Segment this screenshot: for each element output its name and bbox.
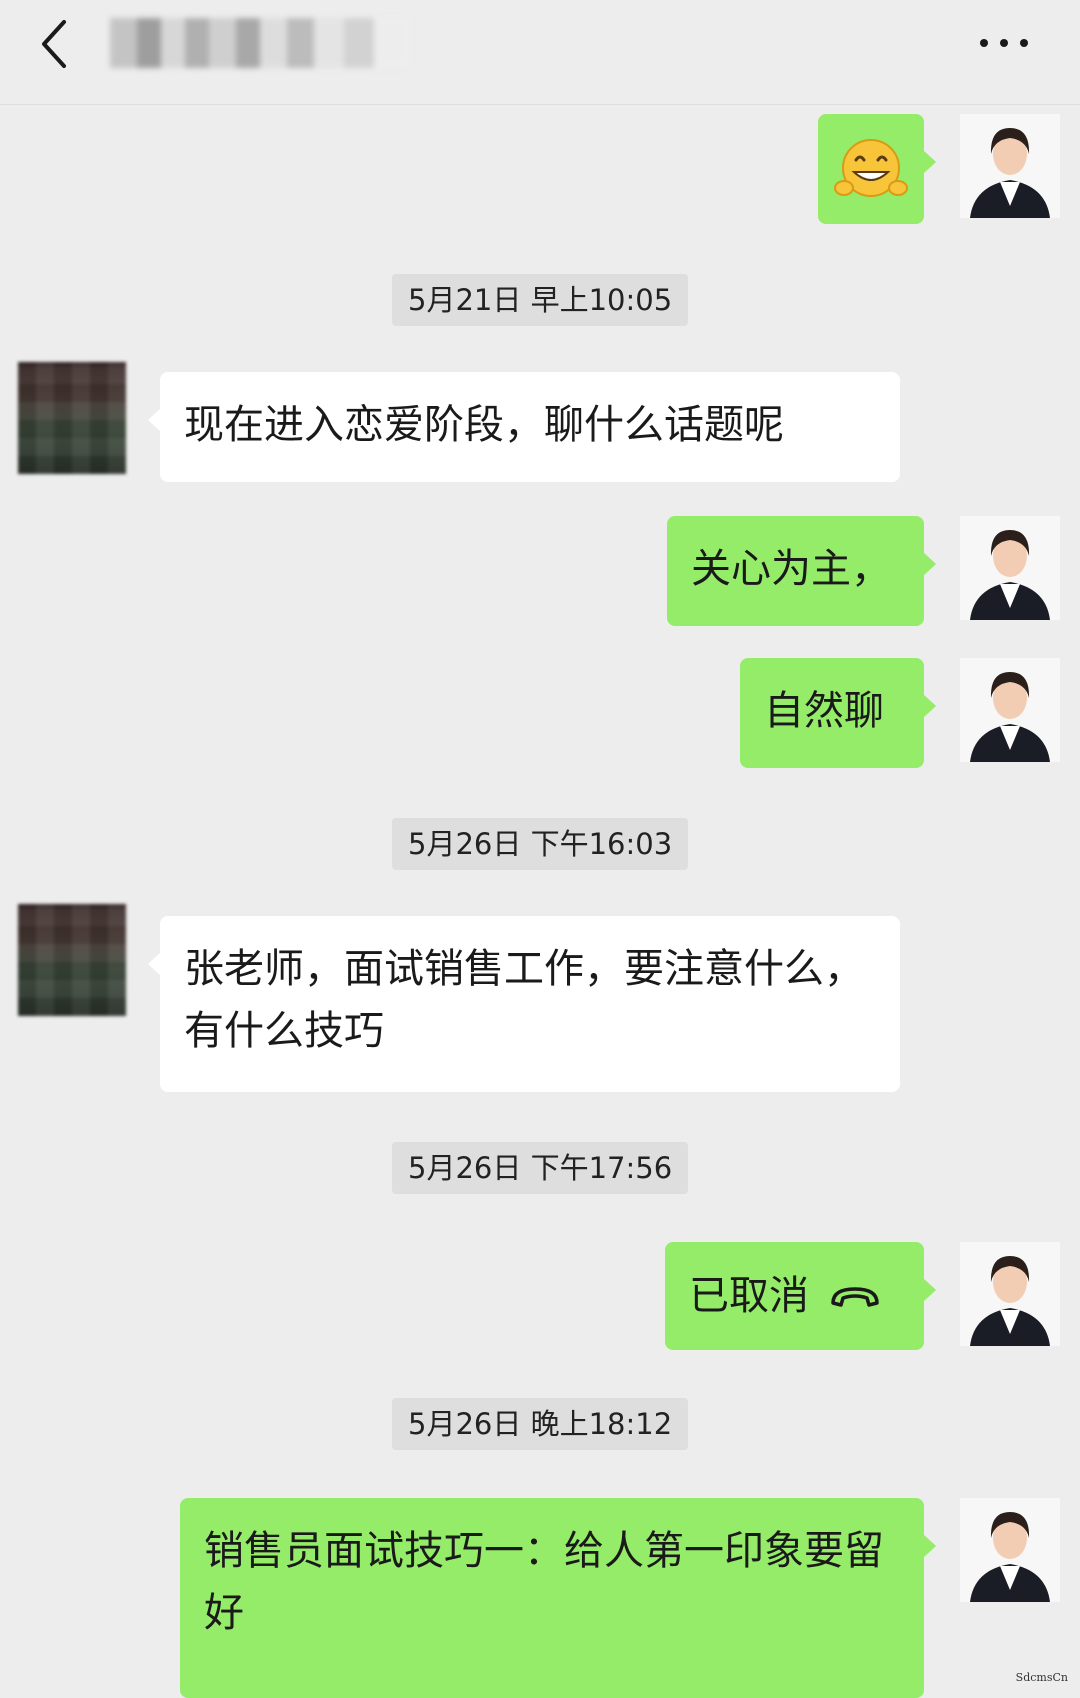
watermark: SdcmsCn (1015, 1671, 1068, 1684)
message-bubble[interactable]: 关心为主， (667, 516, 936, 626)
dot (980, 39, 988, 47)
avatar[interactable] (18, 362, 126, 474)
timestamp: 5月26日 下午16:03 (392, 818, 689, 870)
chevron-left-icon (42, 20, 66, 68)
message-bubble[interactable]: 现在进入恋爱阶段，聊什么话题呢 (148, 372, 900, 482)
grinning-face-with-hands-icon (834, 139, 908, 197)
user-photo-icon (960, 114, 1060, 218)
avatar[interactable] (960, 516, 1060, 620)
message-bubble[interactable]: 自然聊 (740, 658, 936, 768)
call-status-bubble[interactable]: 已取消 (665, 1242, 936, 1350)
dot (1020, 39, 1028, 47)
dot (1000, 39, 1008, 47)
phone-hangup-icon (831, 1287, 879, 1307)
chat-header: ▓▓▓▓▓▓ (0, 0, 1080, 105)
user-photo-icon (960, 1498, 1060, 1602)
message-bubble[interactable]: 张老师，面试销售工作，要注意什么，有什么技巧 (148, 916, 900, 1092)
call-status-text: 已取消 (689, 1273, 809, 1319)
avatar[interactable] (960, 1242, 1060, 1346)
user-photo-icon (960, 1242, 1060, 1346)
avatar[interactable] (960, 1498, 1060, 1602)
user-photo-icon (960, 658, 1060, 762)
contact-name: ▓▓▓▓▓▓ (110, 18, 410, 68)
more-options-button[interactable] (974, 22, 1044, 62)
emoji-bubble[interactable] (818, 114, 936, 224)
user-photo-icon (960, 516, 1060, 620)
avatar[interactable] (960, 114, 1060, 218)
timestamp: 5月26日 晚上18:12 (392, 1398, 689, 1450)
timestamp: 5月26日 下午17:56 (392, 1142, 689, 1194)
timestamp: 5月21日 早上10:05 (392, 274, 689, 326)
back-button[interactable] (30, 14, 90, 74)
avatar[interactable] (18, 904, 126, 1016)
message-bubble[interactable]: 销售员面试技巧一：给人第一印象要留好 (180, 1498, 936, 1698)
avatar[interactable] (960, 658, 1060, 762)
